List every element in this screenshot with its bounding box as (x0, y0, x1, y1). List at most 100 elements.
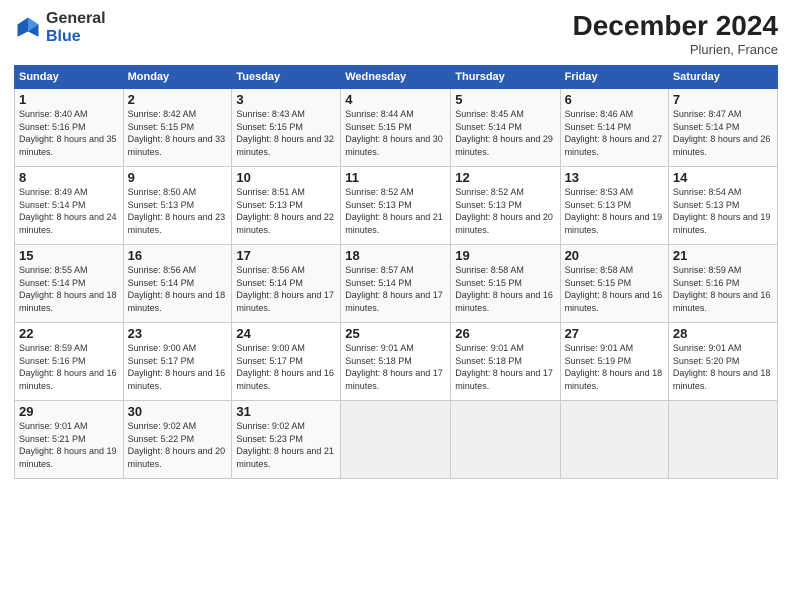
day-detail: Sunrise: 8:50 AM Sunset: 5:13 PM Dayligh… (128, 186, 228, 236)
day-number: 15 (19, 248, 119, 263)
col-tuesday: Tuesday (232, 66, 341, 89)
day-cell: 26Sunrise: 9:01 AM Sunset: 5:18 PM Dayli… (451, 323, 560, 401)
day-number: 17 (236, 248, 336, 263)
day-cell: 22Sunrise: 8:59 AM Sunset: 5:16 PM Dayli… (15, 323, 124, 401)
day-cell: 12Sunrise: 8:52 AM Sunset: 5:13 PM Dayli… (451, 167, 560, 245)
day-number: 12 (455, 170, 555, 185)
day-number: 6 (565, 92, 664, 107)
day-cell: 4Sunrise: 8:44 AM Sunset: 5:15 PM Daylig… (341, 89, 451, 167)
day-cell: 21Sunrise: 8:59 AM Sunset: 5:16 PM Dayli… (668, 245, 777, 323)
day-cell: 3Sunrise: 8:43 AM Sunset: 5:15 PM Daylig… (232, 89, 341, 167)
day-cell (668, 401, 777, 479)
day-detail: Sunrise: 8:55 AM Sunset: 5:14 PM Dayligh… (19, 264, 119, 314)
week-row-0: 1Sunrise: 8:40 AM Sunset: 5:16 PM Daylig… (15, 89, 778, 167)
day-number: 20 (565, 248, 664, 263)
day-detail: Sunrise: 9:01 AM Sunset: 5:21 PM Dayligh… (19, 420, 119, 470)
day-detail: Sunrise: 8:54 AM Sunset: 5:13 PM Dayligh… (673, 186, 773, 236)
logo-general: General (46, 10, 106, 27)
day-number: 1 (19, 92, 119, 107)
day-number: 3 (236, 92, 336, 107)
day-number: 2 (128, 92, 228, 107)
header-row: Sunday Monday Tuesday Wednesday Thursday… (15, 66, 778, 89)
day-detail: Sunrise: 8:46 AM Sunset: 5:14 PM Dayligh… (565, 108, 664, 158)
day-detail: Sunrise: 8:57 AM Sunset: 5:14 PM Dayligh… (345, 264, 446, 314)
day-detail: Sunrise: 8:51 AM Sunset: 5:13 PM Dayligh… (236, 186, 336, 236)
day-detail: Sunrise: 8:52 AM Sunset: 5:13 PM Dayligh… (345, 186, 446, 236)
day-detail: Sunrise: 9:00 AM Sunset: 5:17 PM Dayligh… (236, 342, 336, 392)
day-cell: 30Sunrise: 9:02 AM Sunset: 5:22 PM Dayli… (123, 401, 232, 479)
day-number: 22 (19, 326, 119, 341)
week-row-4: 29Sunrise: 9:01 AM Sunset: 5:21 PM Dayli… (15, 401, 778, 479)
day-detail: Sunrise: 8:58 AM Sunset: 5:15 PM Dayligh… (455, 264, 555, 314)
day-number: 8 (19, 170, 119, 185)
day-cell: 16Sunrise: 8:56 AM Sunset: 5:14 PM Dayli… (123, 245, 232, 323)
day-detail: Sunrise: 9:02 AM Sunset: 5:23 PM Dayligh… (236, 420, 336, 470)
day-cell: 19Sunrise: 8:58 AM Sunset: 5:15 PM Dayli… (451, 245, 560, 323)
day-detail: Sunrise: 8:43 AM Sunset: 5:15 PM Dayligh… (236, 108, 336, 158)
day-number: 26 (455, 326, 555, 341)
day-cell: 28Sunrise: 9:01 AM Sunset: 5:20 PM Dayli… (668, 323, 777, 401)
day-number: 5 (455, 92, 555, 107)
day-cell: 17Sunrise: 8:56 AM Sunset: 5:14 PM Dayli… (232, 245, 341, 323)
day-detail: Sunrise: 8:59 AM Sunset: 5:16 PM Dayligh… (673, 264, 773, 314)
day-detail: Sunrise: 8:40 AM Sunset: 5:16 PM Dayligh… (19, 108, 119, 158)
day-cell (451, 401, 560, 479)
day-cell: 7Sunrise: 8:47 AM Sunset: 5:14 PM Daylig… (668, 89, 777, 167)
day-detail: Sunrise: 8:47 AM Sunset: 5:14 PM Dayligh… (673, 108, 773, 158)
day-number: 25 (345, 326, 446, 341)
day-cell: 27Sunrise: 9:01 AM Sunset: 5:19 PM Dayli… (560, 323, 668, 401)
day-cell: 2Sunrise: 8:42 AM Sunset: 5:15 PM Daylig… (123, 89, 232, 167)
day-detail: Sunrise: 8:58 AM Sunset: 5:15 PM Dayligh… (565, 264, 664, 314)
day-detail: Sunrise: 8:45 AM Sunset: 5:14 PM Dayligh… (455, 108, 555, 158)
day-detail: Sunrise: 8:49 AM Sunset: 5:14 PM Dayligh… (19, 186, 119, 236)
day-cell: 15Sunrise: 8:55 AM Sunset: 5:14 PM Dayli… (15, 245, 124, 323)
col-monday: Monday (123, 66, 232, 89)
day-detail: Sunrise: 8:59 AM Sunset: 5:16 PM Dayligh… (19, 342, 119, 392)
day-cell: 18Sunrise: 8:57 AM Sunset: 5:14 PM Dayli… (341, 245, 451, 323)
day-number: 23 (128, 326, 228, 341)
day-number: 31 (236, 404, 336, 419)
day-cell: 29Sunrise: 9:01 AM Sunset: 5:21 PM Dayli… (15, 401, 124, 479)
day-cell: 13Sunrise: 8:53 AM Sunset: 5:13 PM Dayli… (560, 167, 668, 245)
day-number: 21 (673, 248, 773, 263)
day-cell: 10Sunrise: 8:51 AM Sunset: 5:13 PM Dayli… (232, 167, 341, 245)
day-cell: 6Sunrise: 8:46 AM Sunset: 5:14 PM Daylig… (560, 89, 668, 167)
calendar-table: Sunday Monday Tuesday Wednesday Thursday… (14, 65, 778, 479)
day-cell: 23Sunrise: 9:00 AM Sunset: 5:17 PM Dayli… (123, 323, 232, 401)
day-number: 16 (128, 248, 228, 263)
day-number: 18 (345, 248, 446, 263)
day-cell (341, 401, 451, 479)
day-cell: 24Sunrise: 9:00 AM Sunset: 5:17 PM Dayli… (232, 323, 341, 401)
day-number: 7 (673, 92, 773, 107)
week-row-2: 15Sunrise: 8:55 AM Sunset: 5:14 PM Dayli… (15, 245, 778, 323)
logo-icon (14, 14, 42, 42)
col-sunday: Sunday (15, 66, 124, 89)
day-number: 10 (236, 170, 336, 185)
day-cell: 9Sunrise: 8:50 AM Sunset: 5:13 PM Daylig… (123, 167, 232, 245)
day-cell: 25Sunrise: 9:01 AM Sunset: 5:18 PM Dayli… (341, 323, 451, 401)
day-detail: Sunrise: 9:01 AM Sunset: 5:20 PM Dayligh… (673, 342, 773, 392)
week-row-3: 22Sunrise: 8:59 AM Sunset: 5:16 PM Dayli… (15, 323, 778, 401)
calendar-body: 1Sunrise: 8:40 AM Sunset: 5:16 PM Daylig… (15, 89, 778, 479)
col-wednesday: Wednesday (341, 66, 451, 89)
day-cell: 20Sunrise: 8:58 AM Sunset: 5:15 PM Dayli… (560, 245, 668, 323)
day-detail: Sunrise: 9:00 AM Sunset: 5:17 PM Dayligh… (128, 342, 228, 392)
day-detail: Sunrise: 9:01 AM Sunset: 5:18 PM Dayligh… (455, 342, 555, 392)
day-detail: Sunrise: 8:42 AM Sunset: 5:15 PM Dayligh… (128, 108, 228, 158)
day-number: 4 (345, 92, 446, 107)
col-saturday: Saturday (668, 66, 777, 89)
calendar-header: Sunday Monday Tuesday Wednesday Thursday… (15, 66, 778, 89)
day-number: 11 (345, 170, 446, 185)
day-number: 27 (565, 326, 664, 341)
day-cell: 14Sunrise: 8:54 AM Sunset: 5:13 PM Dayli… (668, 167, 777, 245)
day-number: 9 (128, 170, 228, 185)
day-detail: Sunrise: 8:56 AM Sunset: 5:14 PM Dayligh… (236, 264, 336, 314)
week-row-1: 8Sunrise: 8:49 AM Sunset: 5:14 PM Daylig… (15, 167, 778, 245)
day-number: 28 (673, 326, 773, 341)
day-detail: Sunrise: 8:52 AM Sunset: 5:13 PM Dayligh… (455, 186, 555, 236)
title-block: December 2024 Plurien, France (573, 10, 778, 57)
day-detail: Sunrise: 9:02 AM Sunset: 5:22 PM Dayligh… (128, 420, 228, 470)
day-number: 30 (128, 404, 228, 419)
day-detail: Sunrise: 8:56 AM Sunset: 5:14 PM Dayligh… (128, 264, 228, 314)
day-cell: 8Sunrise: 8:49 AM Sunset: 5:14 PM Daylig… (15, 167, 124, 245)
